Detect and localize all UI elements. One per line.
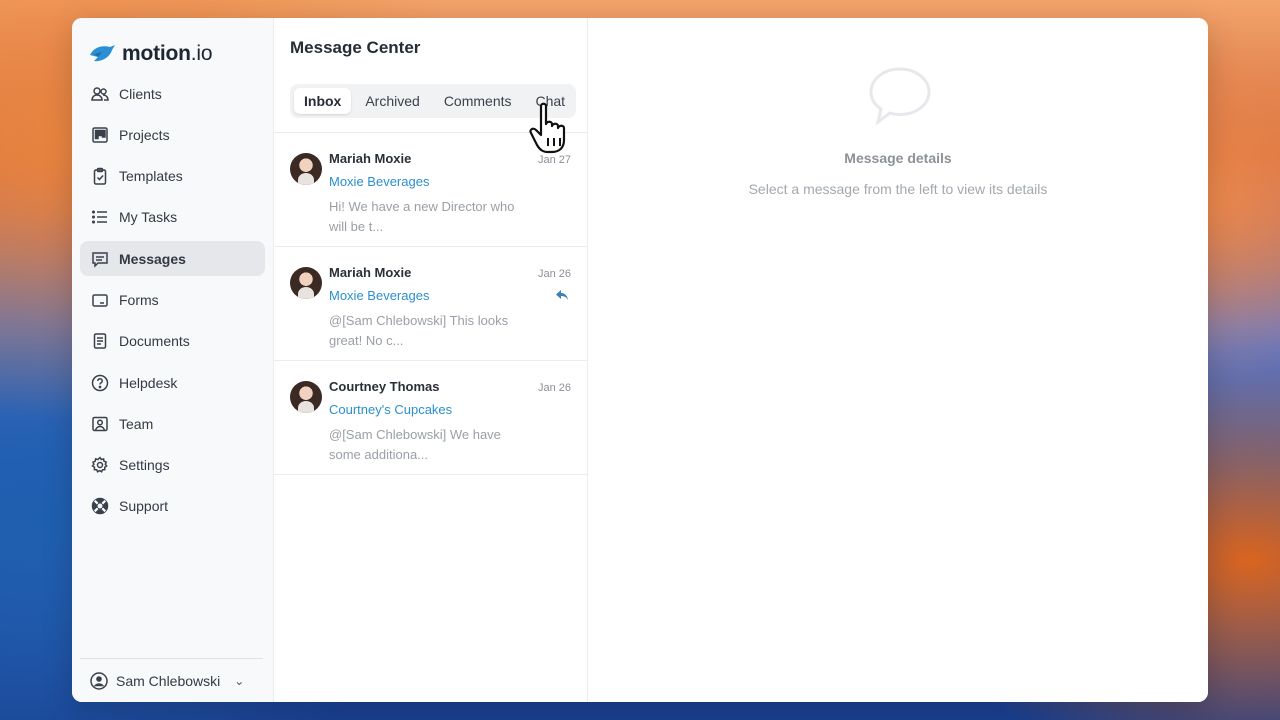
app-window: motion.io Clients Projects Templates My …	[72, 18, 1208, 702]
sidebar-item-documents[interactable]: Documents	[80, 324, 265, 359]
sidebar-item-my-tasks[interactable]: My Tasks	[80, 200, 265, 235]
list-item[interactable]: Mariah Moxie Jan 26 Moxie Beverages @[Sa…	[274, 247, 587, 361]
sidebar-item-messages[interactable]: Messages	[80, 241, 265, 277]
list-icon	[91, 208, 109, 226]
sidebar-item-label: My Tasks	[119, 209, 178, 226]
message-icon	[91, 250, 109, 268]
sidebar-item-settings[interactable]: Settings	[80, 448, 265, 483]
document-icon	[91, 332, 109, 350]
help-circle-icon	[91, 374, 109, 392]
speech-bubble-icon	[869, 67, 931, 126]
message-preview: Hi! We have a new Director who will be t…	[329, 199, 515, 234]
sidebar-item-label: Messages	[119, 250, 186, 267]
sender-name: Mariah Moxie	[329, 265, 412, 280]
gear-icon	[91, 456, 109, 474]
tab-inbox[interactable]: Inbox	[294, 88, 352, 114]
message-preview: @[Sam Chlebowski] We have some additiona…	[329, 427, 501, 462]
sidebar: motion.io Clients Projects Templates My …	[72, 18, 274, 702]
avatar	[290, 153, 322, 185]
detail-subtitle: Select a message from the left to view i…	[748, 181, 1048, 197]
tab-archived[interactable]: Archived	[355, 88, 429, 114]
sidebar-item-label: Forms	[119, 291, 159, 308]
team-icon	[91, 415, 109, 433]
company-link[interactable]: Moxie Beverages	[329, 174, 571, 189]
logo-text: motion.io	[122, 42, 213, 65]
message-preview: @[Sam Chlebowski] This looks great! No c…	[329, 313, 509, 348]
sidebar-item-label: Settings	[119, 457, 170, 474]
sidebar-item-clients[interactable]: Clients	[80, 76, 265, 111]
user-name: Sam Chlebowski	[116, 672, 221, 689]
kanban-icon	[91, 126, 109, 144]
detail-title: Message details	[844, 150, 952, 166]
user-menu[interactable]: Sam Chlebowski ⌄	[80, 658, 263, 702]
sidebar-item-label: Documents	[119, 333, 190, 350]
avatar	[290, 267, 322, 299]
message-detail-panel: Message details Select a message from th…	[588, 18, 1208, 702]
sidebar-item-label: Projects	[119, 126, 170, 143]
users-icon	[91, 85, 109, 103]
sidebar-item-support[interactable]: Support	[80, 489, 265, 524]
sidebar-item-projects[interactable]: Projects	[80, 117, 265, 152]
form-icon	[91, 291, 109, 309]
sidebar-item-team[interactable]: Team	[80, 406, 265, 441]
sidebar-item-label: Templates	[119, 168, 183, 185]
message-date: Jan 26	[537, 268, 571, 280]
sidebar-item-forms[interactable]: Forms	[80, 282, 265, 317]
sidebar-item-label: Support	[119, 498, 169, 515]
sidebar-item-label: Helpdesk	[119, 374, 178, 391]
sidebar-item-templates[interactable]: Templates	[80, 159, 265, 194]
sidebar-item-helpdesk[interactable]: Helpdesk	[80, 365, 265, 400]
clipboard-check-icon	[91, 167, 109, 185]
sidebar-item-label: Team	[119, 415, 154, 432]
company-link[interactable]: Courtney's Cupcakes	[329, 402, 571, 417]
avatar	[290, 381, 322, 413]
hand-cursor-icon	[529, 102, 566, 154]
list-item[interactable]: Courtney Thomas Jan 26 Courtney's Cupcak…	[274, 361, 587, 475]
reply-icon	[556, 290, 568, 300]
chevron-down-icon: ⌄	[234, 673, 245, 688]
sender-name: Courtney Thomas	[329, 379, 440, 394]
message-date: Jan 26	[537, 382, 571, 394]
lifebuoy-icon	[91, 497, 109, 515]
logo-bird-icon	[90, 45, 115, 62]
tab-comments[interactable]: Comments	[434, 88, 522, 114]
message-list: Mariah Moxie Jan 27 Moxie Beverages Hi! …	[274, 132, 587, 475]
logo[interactable]: motion.io	[72, 18, 273, 76]
sidebar-nav: Clients Projects Templates My Tasks Mess…	[72, 76, 273, 524]
user-avatar-icon	[90, 671, 108, 690]
page-title: Message Center	[290, 38, 421, 57]
company-link[interactable]: Moxie Beverages	[329, 288, 571, 303]
sidebar-item-label: Clients	[119, 85, 162, 102]
